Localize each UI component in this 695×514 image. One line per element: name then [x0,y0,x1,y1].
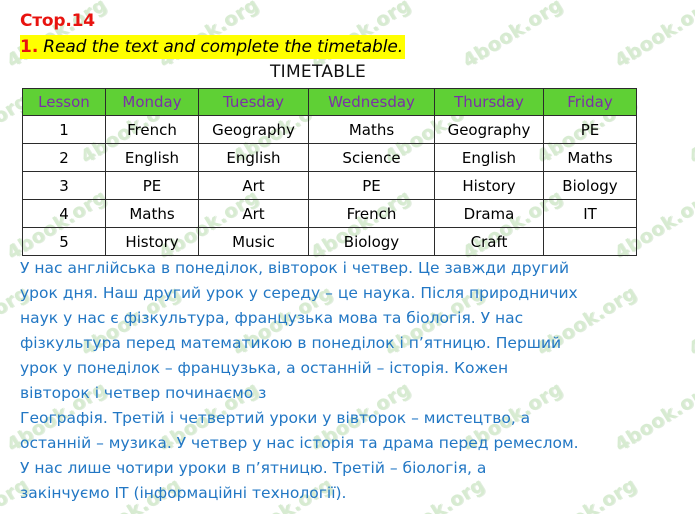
cell-friday[interactable]: Maths [543,143,637,172]
cell-tuesday[interactable]: Music [198,227,309,256]
table-row: 1 French Geography Maths Geography PE [22,115,637,144]
story-line: фізкультура перед математикою в понеділо… [20,334,562,352]
cell-lesson: 4 [22,199,106,228]
cell-friday[interactable]: PE [543,115,637,144]
cell-thursday[interactable]: Craft [434,227,544,256]
timetable: Lesson Monday Tuesday Wednesday Thursday… [22,88,637,256]
cell-monday[interactable]: French [105,115,199,144]
cell-monday[interactable]: History [105,227,199,256]
cell-lesson: 1 [22,115,106,144]
cell-thursday[interactable]: Geography [434,115,544,144]
cell-wednesday[interactable]: French [308,199,435,228]
column-header-monday: Monday [105,88,199,116]
table-row: 5 History Music Biology Craft [22,227,637,256]
cell-friday[interactable] [543,227,637,256]
column-header-wednesday: Wednesday [308,88,435,116]
page-label: Стор.14 [20,11,95,31]
cell-lesson: 2 [22,143,106,172]
cell-monday[interactable]: Maths [105,199,199,228]
story-line: останній – музика. У четвер у нас історі… [20,434,579,452]
cell-wednesday[interactable]: Biology [308,227,435,256]
task-instruction-text: Read the text and complete the timetable… [43,37,404,57]
cell-thursday[interactable]: English [434,143,544,172]
cell-monday[interactable]: English [105,143,199,172]
cell-tuesday[interactable]: Art [198,199,309,228]
cell-thursday[interactable]: Drama [434,199,544,228]
cell-tuesday[interactable]: Geography [198,115,309,144]
story-line: урок у понеділок – французька, а останні… [20,359,509,377]
cell-wednesday[interactable]: Science [308,143,435,172]
cell-wednesday[interactable]: Maths [308,115,435,144]
story-line: закінчуємо IT (інформаційні технології). [20,484,347,502]
task-number: 1. [20,37,39,57]
task-instruction-highlight: 1. Read the text and complete the timeta… [20,35,406,59]
cell-friday[interactable]: Biology [543,171,637,200]
page-content: Стор.14 1. Read the text and complete th… [0,0,695,514]
column-header-lesson: Lesson [22,88,106,116]
column-header-friday: Friday [543,88,637,116]
story-line: У нас англійська в понеділок, вівторок і… [20,259,570,277]
cell-friday[interactable]: IT [543,199,637,228]
cell-lesson: 5 [22,227,106,256]
story-line: У нас лише чотири уроки в п’ятницю. Трет… [20,459,487,477]
story-line: вівторок і четвер починаємо з [20,384,267,402]
table-row: 3 PE Art PE History Biology [22,171,637,200]
timetable-header-row: Lesson Monday Tuesday Wednesday Thursday… [22,88,637,116]
cell-monday[interactable]: PE [105,171,199,200]
cell-thursday[interactable]: History [434,171,544,200]
column-header-tuesday: Tuesday [198,88,309,116]
table-row: 2 English English Science English Maths [22,143,637,172]
table-row: 4 Maths Art French Drama IT [22,199,637,228]
story-line: урок дня. Наш другий урок у середу – це … [20,284,578,302]
story-line: Географія. Третій і четвертий уроки у ві… [20,409,531,427]
cell-tuesday[interactable]: English [198,143,309,172]
cell-tuesday[interactable]: Art [198,171,309,200]
story-text: У нас англійська в понеділок, вівторок і… [20,256,675,506]
cell-lesson: 3 [22,171,106,200]
timetable-title: TIMETABLE [269,62,367,82]
cell-wednesday[interactable]: PE [308,171,435,200]
story-line: наук у нас є фізкультура, французька мов… [20,309,524,327]
column-header-thursday: Thursday [434,88,544,116]
